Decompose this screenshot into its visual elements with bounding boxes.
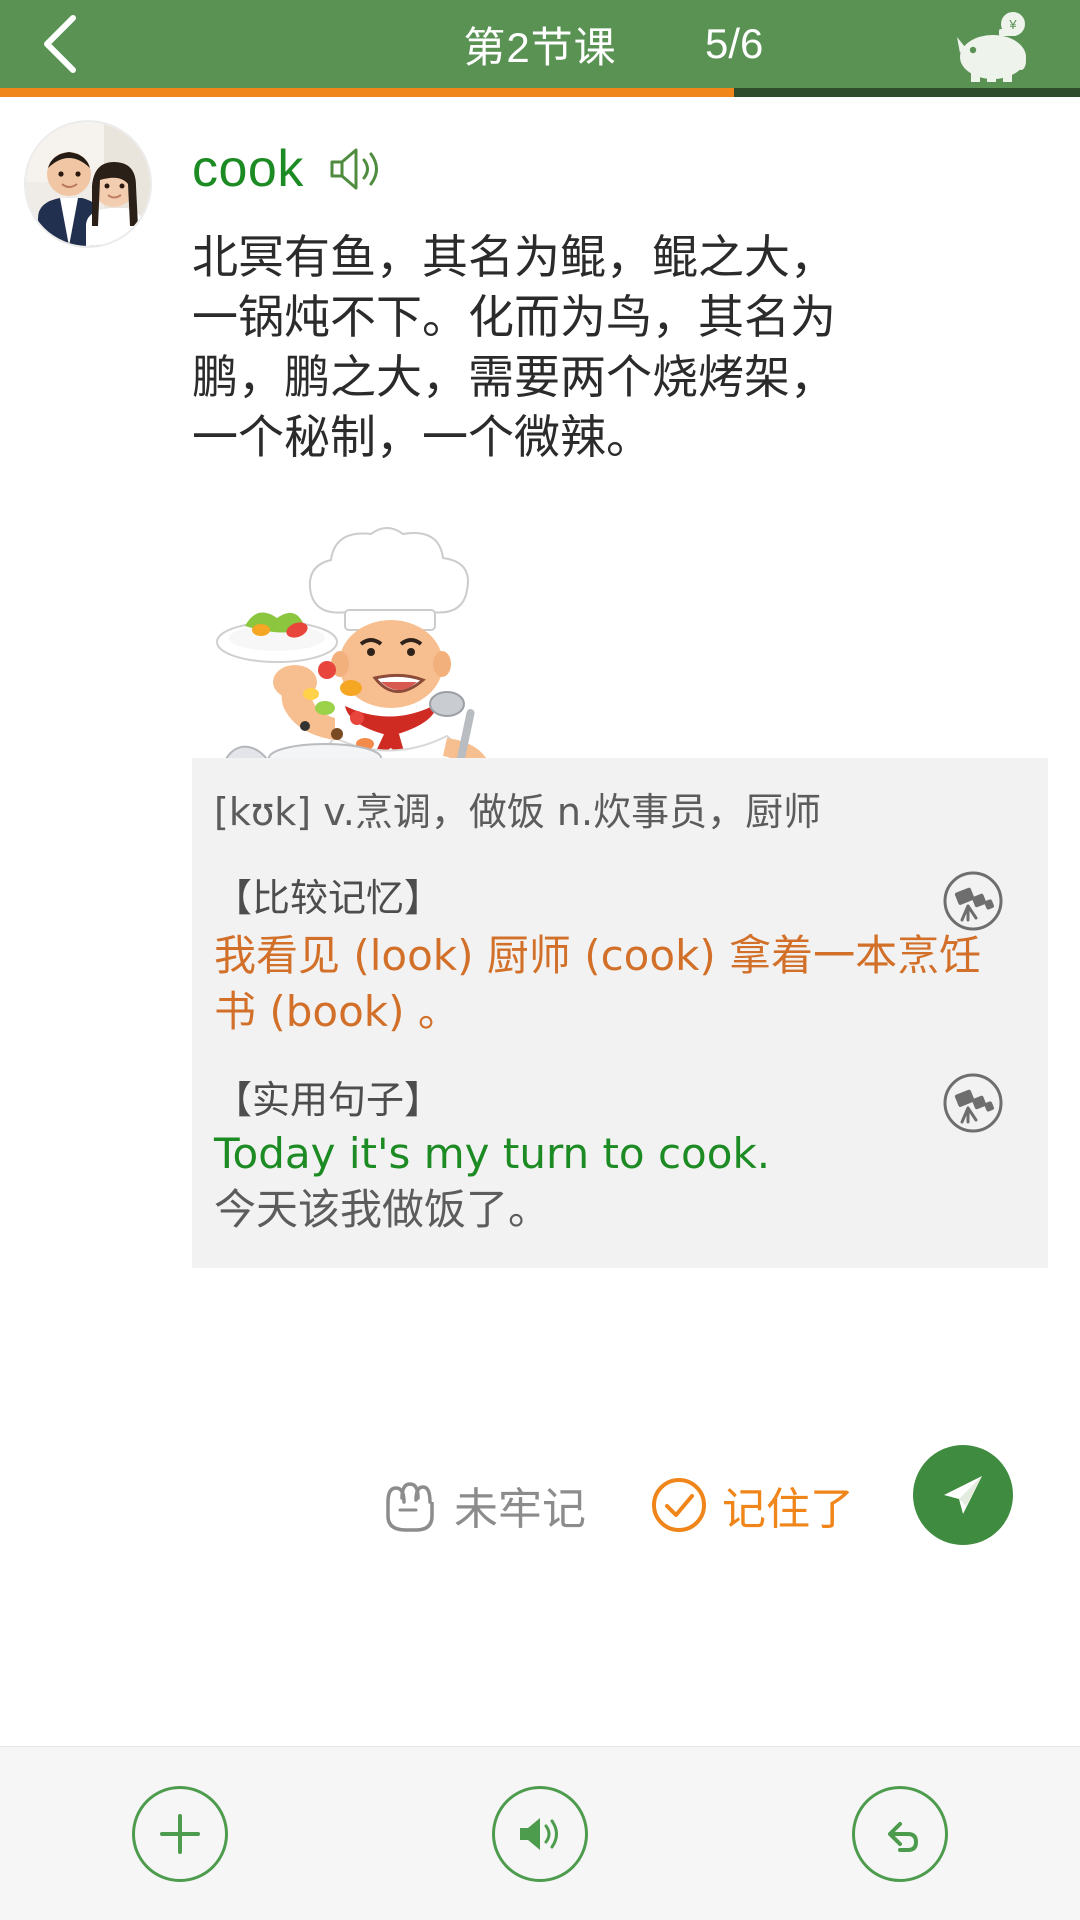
lesson-progress-bar xyxy=(0,88,1080,97)
memorized-button[interactable]: 记住了 xyxy=(650,1473,854,1537)
word-row: cook xyxy=(192,139,388,199)
chevron-left-icon xyxy=(44,15,76,73)
definition-panel: [kʊk] v.烹调，做饭 n.炊事员，厨师 【比较记忆】 我看见 (look)… xyxy=(192,758,1048,1268)
practical-sentence-chinese: 今天该我做饭了。 xyxy=(214,1185,551,1234)
send-paper-plane-icon xyxy=(944,1476,982,1514)
plus-circle-icon xyxy=(160,1813,200,1854)
bottom-toolbar xyxy=(0,1746,1080,1920)
undo-button[interactable] xyxy=(852,1785,948,1882)
piggy-bank-icon: ¥ xyxy=(957,12,1026,82)
add-button[interactable] xyxy=(132,1785,228,1882)
speaker-circle-icon xyxy=(520,1817,558,1850)
compare-memory-section: 【比较记忆】 我看见 (look) 厨师 (cook) 拿着一本烹饪书 (boo… xyxy=(214,871,1014,1040)
compare-telescope-button[interactable] xyxy=(940,868,1006,934)
speaker-icon[interactable] xyxy=(326,143,388,195)
practical-sentence-heading: 【实用句子】 xyxy=(214,1078,443,1122)
compare-memory-text: 我看见 (look) 厨师 (cook) 拿着一本烹饪书 (book) 。 xyxy=(214,931,982,1036)
card-counter: 5/6 xyxy=(705,20,764,67)
avatar[interactable] xyxy=(24,120,152,248)
not-memorized-label: 未牢记 xyxy=(454,1485,586,1534)
check-circle-icon xyxy=(652,1478,706,1532)
telescope-icon xyxy=(943,1073,1003,1133)
practical-sentence-section: 【实用句子】 Today it's my turn to cook. 今天该我做… xyxy=(214,1073,1014,1238)
word-title: cook xyxy=(192,140,304,198)
compare-memory-heading: 【比较记忆】 xyxy=(214,876,443,920)
phonetic-and-meaning: [kʊk] v.烹调，做饭 n.炊事员，厨师 xyxy=(214,790,822,834)
user-avatar-photo xyxy=(26,122,150,246)
telescope-icon xyxy=(943,871,1003,931)
fist-icon xyxy=(386,1482,434,1532)
back-button[interactable] xyxy=(0,0,120,88)
lesson-progress-fill xyxy=(0,88,735,97)
svg-text:¥: ¥ xyxy=(1008,17,1017,32)
not-memorized-button[interactable]: 未牢记 xyxy=(378,1473,586,1537)
practical-sentence-english: Today it's my turn to cook. xyxy=(214,1129,771,1178)
sound-button[interactable] xyxy=(492,1785,588,1882)
app-header: 第2节课 5/6 ¥ xyxy=(0,0,1080,88)
piggy-bank-button[interactable]: ¥ xyxy=(940,8,1050,86)
memorized-label: 记住了 xyxy=(722,1485,854,1534)
action-row: 未牢记 记住了 xyxy=(0,1443,1080,1573)
page-title: 第2节课 xyxy=(463,23,617,71)
sentence-telescope-button[interactable] xyxy=(940,1070,1006,1136)
undo-arrow-circle-icon xyxy=(888,1821,918,1852)
send-button[interactable] xyxy=(913,1445,1013,1545)
word-passage: 北冥有鱼，其名为鲲，鲲之大，一锅炖不下。化而为鸟，其名为鹏，鹏之大，需要两个烧烤… xyxy=(192,230,836,464)
